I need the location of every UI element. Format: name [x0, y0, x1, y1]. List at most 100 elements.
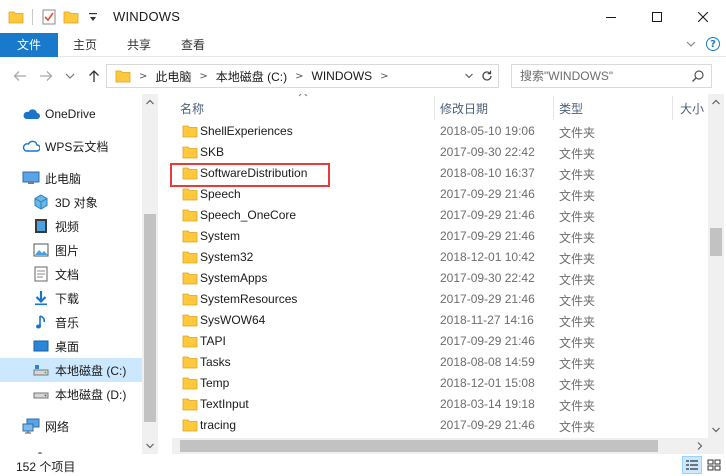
- scroll-right-icon[interactable]: [692, 438, 708, 454]
- forward-button[interactable]: [38, 68, 54, 84]
- nav-pane-scrollbar[interactable]: [142, 94, 158, 454]
- breadcrumb-separator-icon[interactable]: >: [199, 71, 207, 82]
- file-date: 2018-08-10 16:37: [440, 166, 535, 180]
- column-header-date-label: 修改日期: [440, 101, 489, 116]
- column-divider[interactable]: [434, 96, 435, 120]
- toolbar-divider: [32, 8, 33, 25]
- nav-item-local-disk-d[interactable]: 本地磁盘 (D:): [32, 382, 142, 406]
- horizontal-scrollbar[interactable]: [172, 438, 708, 454]
- search-icon[interactable]: [691, 69, 705, 86]
- folder-icon: [182, 355, 198, 369]
- back-button[interactable]: [12, 68, 28, 84]
- help-button[interactable]: ?: [706, 37, 720, 51]
- file-row[interactable]: Speech 2017-09-29 21:46 文件夹: [172, 184, 708, 205]
- search-box[interactable]: [511, 64, 712, 88]
- back-arrow-icon: [13, 71, 26, 81]
- column-header-type[interactable]: 类型: [559, 94, 583, 122]
- nav-item-downloads[interactable]: 下载: [32, 286, 142, 310]
- file-row[interactable]: SystemApps 2017-09-30 22:42 文件夹: [172, 268, 708, 289]
- file-row[interactable]: Temp 2018-12-01 15:08 文件夹: [172, 373, 708, 394]
- breadcrumb-windows[interactable]: WINDOWS: [312, 69, 373, 83]
- properties-icon[interactable]: [41, 9, 57, 25]
- scrollbar-thumb[interactable]: [144, 214, 156, 422]
- nav-item-this-pc[interactable]: 此电脑: [22, 166, 142, 190]
- details-view-button[interactable]: [682, 456, 702, 474]
- column-header-date[interactable]: 修改日期: [440, 94, 488, 122]
- column-header-size[interactable]: 大小: [680, 94, 704, 122]
- folder-icon: [182, 229, 198, 243]
- nav-item-videos[interactable]: 视频: [32, 214, 142, 238]
- breadcrumb-separator-icon[interactable]: >: [295, 71, 303, 82]
- scrollbar-thumb[interactable]: [180, 440, 658, 452]
- minimize-button[interactable]: [588, 0, 634, 33]
- folder-icon: [182, 187, 198, 201]
- file-row[interactable]: Tasks 2018-08-08 14:59 文件夹: [172, 352, 708, 373]
- breadcrumb-local-disk-c[interactable]: 本地磁盘 (C:): [216, 68, 287, 85]
- nav-item-pictures[interactable]: 图片: [32, 238, 142, 262]
- large-icons-view-button[interactable]: [704, 456, 724, 474]
- nav-item-label: 下载: [55, 291, 80, 306]
- file-row[interactable]: ShellExperiences 2018-05-10 19:06 文件夹: [172, 121, 708, 142]
- breadcrumb-separator-icon[interactable]: >: [139, 71, 147, 82]
- nav-item-wps-cloud[interactable]: WPS云文档: [22, 134, 142, 158]
- customize-toolbar-icon[interactable]: [85, 9, 101, 25]
- file-row[interactable]: Speech_OneCore 2017-09-29 21:46 文件夹: [172, 205, 708, 226]
- scroll-up-icon[interactable]: [708, 94, 724, 110]
- nav-item-local-disk-c[interactable]: 本地磁盘 (C:): [0, 358, 142, 382]
- nav-item-label: OneDrive: [45, 107, 96, 121]
- up-button[interactable]: [86, 68, 102, 84]
- address-bar[interactable]: > 此电脑 > 本地磁盘 (C:) > WINDOWS >: [106, 64, 499, 88]
- file-list-scrollbar[interactable]: [708, 94, 724, 454]
- file-row[interactable]: TextInput 2018-03-14 19:18 文件夹: [172, 394, 708, 415]
- file-row[interactable]: SystemResources 2017-09-29 21:46 文件夹: [172, 289, 708, 310]
- breadcrumb-this-pc[interactable]: 此电脑: [155, 68, 191, 85]
- folder-icon: [182, 208, 198, 222]
- file-row[interactable]: System 2017-09-29 21:46 文件夹: [172, 226, 708, 247]
- tab-share[interactable]: 共享: [112, 33, 166, 57]
- file-row[interactable]: SysWOW64 2018-11-27 14:16 文件夹: [172, 310, 708, 331]
- file-name: System32: [200, 250, 254, 264]
- file-row[interactable]: TAPI 2017-09-29 21:46 文件夹: [172, 331, 708, 352]
- scroll-down-icon[interactable]: [708, 422, 724, 438]
- search-input[interactable]: [520, 69, 680, 83]
- expand-ribbon-button[interactable]: [684, 37, 698, 51]
- file-type: 文件夹: [559, 252, 596, 266]
- nav-item-network[interactable]: 网络: [22, 414, 142, 438]
- nav-item-onedrive[interactable]: OneDrive: [22, 102, 142, 126]
- drive-d-icon: [32, 386, 50, 402]
- column-header-name[interactable]: 名称: [180, 94, 204, 122]
- column-divider[interactable]: [553, 96, 554, 120]
- tab-home[interactable]: 主页: [58, 33, 112, 57]
- scroll-down-icon[interactable]: [142, 438, 158, 454]
- nav-item-label: WPS云文档: [45, 139, 109, 154]
- up-arrow-icon: [89, 70, 99, 82]
- tab-file[interactable]: 文件: [0, 32, 58, 57]
- maximize-button[interactable]: [634, 0, 680, 33]
- nav-item-3d-objects[interactable]: 3D 对象: [32, 190, 142, 214]
- recent-locations-button[interactable]: [62, 68, 78, 84]
- refresh-button[interactable]: [479, 68, 495, 84]
- column-header-type-label: 类型: [559, 101, 584, 116]
- close-button[interactable]: [680, 0, 726, 33]
- file-row[interactable]: SKB 2017-09-30 22:42 文件夹: [172, 142, 708, 163]
- nav-item-music[interactable]: 音乐: [32, 310, 142, 334]
- column-header-size-label: 大小: [680, 101, 705, 116]
- address-history-button[interactable]: [462, 69, 476, 83]
- title-bar: WINDOWS: [0, 0, 726, 33]
- new-folder-icon[interactable]: [63, 9, 79, 25]
- tab-view[interactable]: 查看: [166, 33, 220, 57]
- file-type: 文件夹: [559, 378, 596, 392]
- file-type: 文件夹: [559, 420, 596, 434]
- documents-icon: [32, 266, 50, 282]
- breadcrumb-separator-icon[interactable]: >: [380, 71, 388, 82]
- file-name: SKB: [200, 145, 225, 159]
- file-row[interactable]: tracing 2017-09-29 21:46 文件夹: [172, 415, 708, 436]
- nav-item-documents[interactable]: 文档: [32, 262, 142, 286]
- nav-item-desktop[interactable]: 桌面: [32, 334, 142, 358]
- scrollbar-thumb[interactable]: [710, 228, 722, 256]
- scroll-up-icon[interactable]: [142, 94, 158, 110]
- column-divider[interactable]: [672, 96, 673, 120]
- file-row[interactable]: System32 2018-12-01 10:42 文件夹: [172, 247, 708, 268]
- file-date: 2017-09-30 22:42: [440, 271, 535, 285]
- music-icon: [32, 314, 50, 330]
